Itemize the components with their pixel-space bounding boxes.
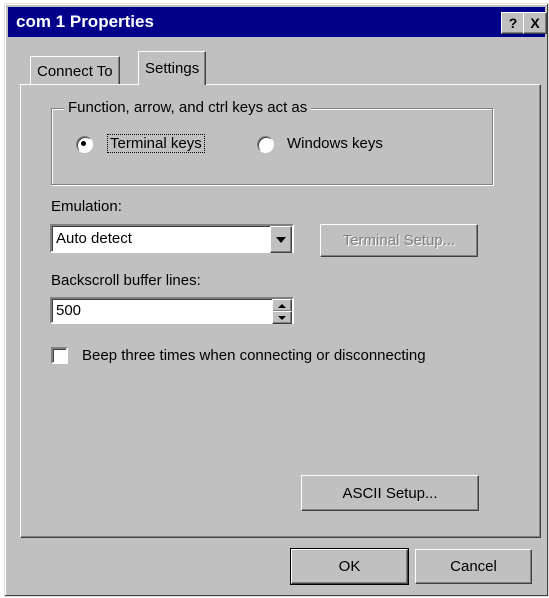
tab-connect-to[interactable]: Connect To	[30, 56, 120, 85]
chevron-down-icon	[278, 315, 286, 320]
properties-window: com 1 Properties ? X Connect To Settings…	[4, 3, 549, 597]
emulation-select[interactable]: Auto detect	[50, 224, 294, 253]
window-title: com 1 Properties	[16, 12, 154, 31]
cancel-button[interactable]: Cancel	[415, 549, 532, 584]
chevron-up-icon	[278, 303, 286, 308]
beep-checkbox[interactable]	[51, 347, 68, 364]
radio-selected-dot	[81, 141, 86, 146]
emulation-value: Auto detect	[56, 230, 132, 247]
title-bar[interactable]: com 1 Properties ? X	[8, 7, 547, 37]
help-button[interactable]: ?	[501, 12, 525, 34]
terminal-keys-label[interactable]: Terminal keys	[107, 134, 205, 153]
beep-label[interactable]: Beep three times when connecting or disc…	[82, 347, 426, 364]
keys-group: Function, arrow, and ctrl keys act as Te…	[51, 99, 493, 185]
dropdown-arrow-button[interactable]	[270, 226, 292, 253]
windows-keys-radio[interactable]	[257, 136, 274, 153]
backscroll-label: Backscroll buffer lines:	[51, 272, 201, 289]
windows-keys-label[interactable]: Windows keys	[287, 135, 383, 152]
tab-settings[interactable]: Settings	[138, 51, 207, 85]
settings-panel: Function, arrow, and ctrl keys act as Te…	[20, 84, 541, 538]
ok-button[interactable]: OK	[290, 548, 409, 585]
keys-group-legend: Function, arrow, and ctrl keys act as	[64, 99, 312, 116]
terminal-setup-button[interactable]: Terminal Setup...	[320, 224, 478, 257]
terminal-keys-radio[interactable]	[76, 136, 93, 153]
close-button[interactable]: X	[523, 12, 547, 34]
emulation-label: Emulation:	[51, 198, 122, 215]
tab-settings-label: Settings	[145, 60, 200, 77]
chevron-down-icon	[276, 236, 286, 243]
spin-down-button[interactable]	[272, 311, 292, 324]
tab-connect-to-label: Connect To	[37, 62, 113, 80]
ascii-setup-button[interactable]: ASCII Setup...	[301, 475, 479, 511]
backscroll-value: 500	[56, 302, 82, 319]
backscroll-spinner[interactable]: 500	[50, 297, 294, 324]
